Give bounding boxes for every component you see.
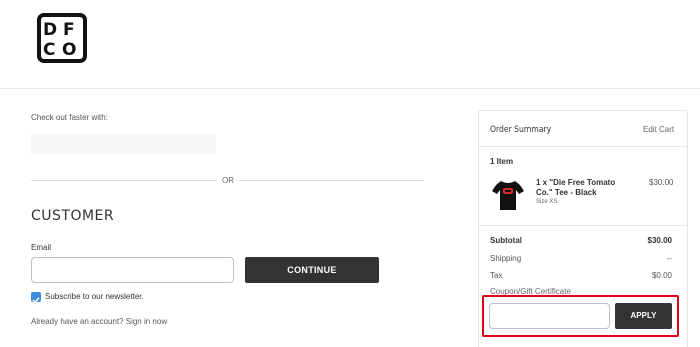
signin-link[interactable]: Already have an account? Sign in now [31, 317, 167, 326]
item-name: 1 x "Die Free Tomato Co." Tee - Black [536, 178, 616, 197]
subscribe-checkbox[interactable] [31, 292, 41, 304]
summary-divider-top [479, 146, 687, 147]
site-header: D F C O [0, 0, 700, 89]
subtotal-label: Subtotal [490, 236, 522, 245]
checkout-faster-label: Check out faster with: [31, 113, 108, 122]
subtotal-value: $30.00 [647, 236, 672, 245]
black-tshirt-icon [490, 177, 526, 213]
logo-letter-o: O [62, 40, 76, 59]
checkmark-icon [32, 297, 40, 304]
email-field[interactable] [31, 257, 234, 283]
or-text: OR [222, 176, 234, 185]
or-divider: OR [31, 175, 424, 187]
shipping-value: -- [666, 254, 672, 263]
divider-line-left [31, 180, 217, 181]
express-checkout-button[interactable] [31, 134, 216, 154]
logo-letter-c: C [43, 40, 55, 59]
shipping-label: Shipping [490, 254, 522, 263]
email-label: Email [31, 243, 52, 252]
tax-label: Tax [490, 271, 503, 280]
summary-divider-middle [479, 225, 687, 226]
apply-coupon-button[interactable]: APPLY [615, 303, 672, 329]
tax-value: $0.00 [651, 271, 672, 280]
continue-button[interactable]: CONTINUE [245, 257, 379, 283]
logo-letter-d: D [43, 20, 57, 40]
item-price: $30.00 [649, 178, 674, 187]
edit-cart-link[interactable]: Edit Cart [643, 125, 674, 134]
item-count: 1 Item [490, 157, 514, 166]
subscribe-label[interactable]: Subscribe to our newsletter. [45, 292, 144, 301]
dfco-logo[interactable]: D F C O [37, 13, 87, 63]
divider-line-right [239, 180, 424, 181]
logo-letter-f: F [63, 20, 75, 40]
order-summary-title: Order Summary [490, 125, 552, 135]
customer-heading: CUSTOMER [31, 208, 115, 224]
coupon-code-input[interactable] [489, 303, 610, 329]
item-size: Size XS [536, 199, 558, 205]
